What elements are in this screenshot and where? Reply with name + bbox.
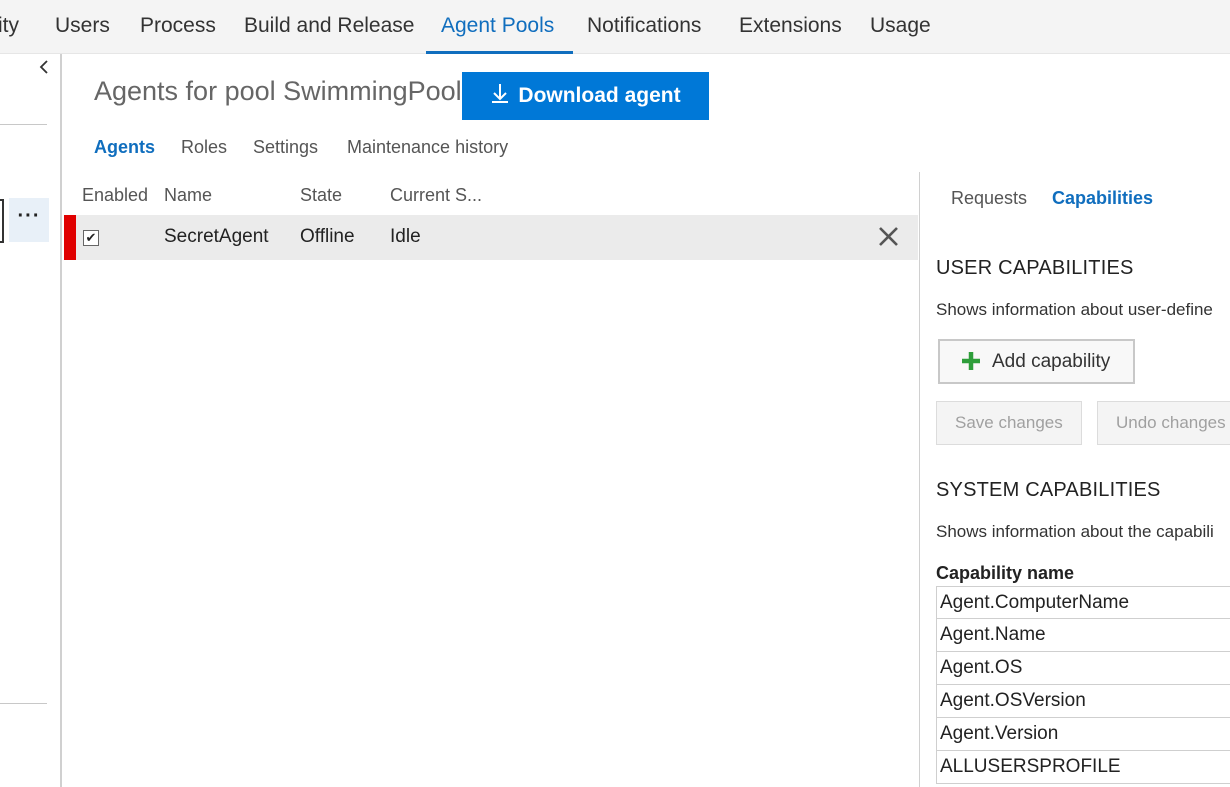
subtab-agents[interactable]: Agents (94, 137, 155, 158)
divider (0, 124, 47, 125)
table-row: ALLUSERSPROFILE (936, 751, 1230, 784)
tab-agent-pools[interactable]: Agent Pools (425, 0, 574, 54)
add-capability-button[interactable]: Add capability (938, 339, 1135, 384)
system-capabilities-heading: SYSTEM CAPABILITIES (936, 479, 1161, 501)
column-enabled[interactable]: Enabled (82, 185, 148, 206)
tab-security[interactable]: ity (0, 0, 19, 54)
column-state[interactable]: State (300, 185, 342, 206)
table-row: Agent.OS (936, 652, 1230, 685)
chevron-left-icon[interactable] (38, 58, 56, 80)
add-capability-label: Add capability (992, 350, 1111, 372)
tab-process[interactable]: Process (140, 0, 216, 54)
divider (0, 703, 47, 704)
capability-name-column[interactable]: Capability name (936, 563, 1074, 584)
tab-users[interactable]: Users (55, 0, 110, 54)
agent-details-panel: Requests Capabilities USER CAPABILITIES … (919, 172, 1230, 787)
table-row: Agent.OSVersion (936, 685, 1230, 718)
tab-build-and-release[interactable]: Build and Release (244, 0, 414, 54)
download-agent-button[interactable]: Download agent (462, 72, 709, 120)
download-icon (490, 82, 510, 110)
offline-status-indicator (64, 215, 76, 260)
pool-sidebar: ··· (0, 54, 62, 787)
tab-capabilities[interactable]: Capabilities (1052, 188, 1153, 209)
download-agent-label: Download agent (518, 84, 681, 107)
delete-agent-icon[interactable] (876, 223, 902, 251)
subtab-maintenance-history[interactable]: Maintenance history (347, 137, 508, 158)
table-row: Agent.Version (936, 718, 1230, 751)
tab-requests[interactable]: Requests (951, 188, 1027, 209)
table-row[interactable]: ✔ SecretAgent Offline Idle (64, 215, 918, 260)
top-navigation: ity Users Process Build and Release Agen… (0, 0, 1230, 54)
selected-pool-item[interactable] (0, 199, 4, 243)
column-current-status[interactable]: Current S... (390, 185, 482, 206)
enabled-checkbox[interactable]: ✔ (83, 230, 99, 246)
plus-icon (960, 350, 982, 373)
subtab-settings[interactable]: Settings (253, 137, 318, 158)
user-capabilities-description: Shows information about user-define (936, 300, 1213, 319)
subtab-roles[interactable]: Roles (181, 137, 227, 158)
user-capabilities-heading: USER CAPABILITIES (936, 257, 1134, 279)
table-row: Agent.ComputerName (936, 586, 1230, 619)
undo-changes-button[interactable]: Undo changes (1097, 401, 1230, 445)
tab-notifications[interactable]: Notifications (587, 0, 701, 54)
save-changes-button[interactable]: Save changes (936, 401, 1082, 445)
agent-name: SecretAgent (164, 226, 269, 247)
tab-usage[interactable]: Usage (870, 0, 931, 54)
system-capabilities-description: Shows information about the capabili (936, 522, 1214, 541)
more-actions-button[interactable]: ··· (9, 198, 49, 242)
table-row: Agent.Name (936, 619, 1230, 652)
agent-state: Offline (300, 226, 355, 247)
tab-extensions[interactable]: Extensions (739, 0, 842, 54)
page-title: Agents for pool SwimmingPool (94, 76, 462, 106)
column-name[interactable]: Name (164, 185, 212, 206)
agent-current-status: Idle (390, 226, 421, 247)
